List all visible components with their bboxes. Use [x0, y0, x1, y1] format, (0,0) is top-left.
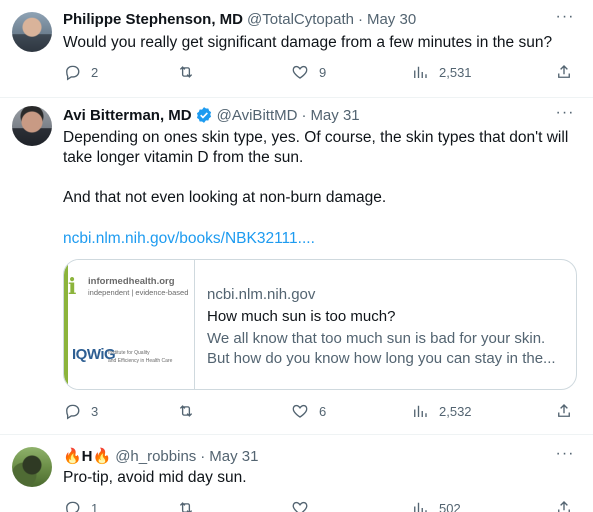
author-name[interactable]: 🔥H🔥 [63, 447, 111, 465]
avatar[interactable] [12, 12, 52, 52]
reply-count: 1 [91, 500, 99, 512]
reply-button[interactable]: 3 [63, 402, 98, 420]
retweet-icon [179, 502, 193, 512]
timestamp[interactable]: May 31 [310, 107, 359, 124]
tweet-link[interactable]: ncbi.nlm.nih.gov/books/NBK32111.... [63, 229, 583, 249]
retweet-button[interactable] [177, 63, 205, 81]
brand-mark: i [68, 274, 77, 300]
retweet-button[interactable] [177, 402, 205, 420]
views-icon [414, 405, 427, 417]
brand-subtitle: independent | evidence-based [88, 288, 189, 297]
share-icon [558, 404, 570, 417]
views-icon [414, 502, 427, 512]
informedhealth-logo: i informedhealth.org independent | evide… [68, 276, 192, 300]
reply-icon [66, 65, 80, 81]
heart-icon [292, 501, 308, 512]
more-icon[interactable]: ··· [555, 9, 575, 31]
author-handle[interactable]: @TotalCytopath [247, 11, 354, 28]
tweet-text-line: And that not even looking at non-burn da… [63, 189, 387, 206]
tweet-actions: 1 502 [63, 499, 573, 512]
views-count: 2,532 [439, 403, 472, 419]
share-icon [558, 501, 570, 512]
views-button[interactable]: 2,531 [411, 63, 472, 81]
heart-icon [292, 404, 308, 418]
author-name[interactable]: Avi Bitterman, MD [63, 107, 192, 124]
like-count: 6 [319, 403, 327, 419]
like-count: 9 [319, 64, 327, 80]
more-icon[interactable]: ··· [555, 446, 575, 468]
share-button[interactable] [555, 402, 573, 420]
reply-button[interactable]: 1 [63, 499, 98, 512]
separator-dot: · [301, 106, 307, 124]
timestamp[interactable]: May 30 [367, 11, 416, 28]
tweet-text: Would you really get significant damage … [63, 34, 553, 51]
author-handle[interactable]: @AviBittMD [217, 107, 298, 124]
tweet-actions: 3 6 2,532 [63, 402, 573, 422]
partner-subtitle: Institute for Quality and Efficiency in … [108, 349, 172, 365]
reply-button[interactable]: 2 [63, 63, 98, 81]
avatar[interactable] [12, 106, 52, 146]
share-button[interactable] [555, 63, 573, 81]
views-button[interactable]: 2,532 [411, 402, 472, 420]
partner-subtitle-line: and Efficiency in Health Care [108, 358, 173, 364]
reply-icon [66, 404, 80, 420]
retweet-icon [179, 66, 193, 78]
heart-icon [292, 65, 308, 79]
card-description: We all know that too much sun is bad for… [207, 330, 546, 347]
author-handle[interactable]: @h_robbins [115, 448, 196, 465]
reply-count: 2 [91, 64, 99, 80]
avatar[interactable] [12, 447, 52, 487]
card-title: How much sun is too much? [207, 308, 396, 325]
separator-dot: · [200, 447, 206, 465]
tweet-text: Pro-tip, avoid mid day sun. [63, 469, 247, 486]
share-button[interactable] [555, 499, 573, 512]
share-icon [558, 65, 570, 78]
tweet-text-line: Depending on ones skin type, yes. Of cou… [63, 129, 569, 146]
like-button[interactable]: 9 [291, 63, 326, 81]
tweet-philippe[interactable]: Philippe Stephenson, MD @TotalCytopath ·… [0, 0, 593, 96]
views-count: 502 [439, 500, 461, 512]
brand-name: informedhealth.org [88, 276, 175, 287]
tweet-header: Avi Bitterman, MD @AviBittMD · May 31 [63, 104, 360, 126]
tweet-text-line: take longer vitamin D from the sun. [63, 149, 304, 166]
like-button[interactable] [291, 499, 319, 512]
link-card[interactable]: i informedhealth.org independent | evide… [63, 259, 577, 390]
tweet-header: Philippe Stephenson, MD @TotalCytopath ·… [63, 8, 416, 30]
reply-count: 3 [91, 403, 99, 419]
card-thumbnail: i informedhealth.org independent | evide… [64, 260, 195, 389]
views-icon [414, 66, 427, 78]
more-icon[interactable]: ··· [555, 105, 575, 127]
retweet-button[interactable] [177, 499, 205, 512]
author-name[interactable]: Philippe Stephenson, MD [63, 11, 243, 28]
card-description: But how do you know how long you can sta… [207, 350, 556, 367]
tweet-header: 🔥H🔥 @h_robbins · May 31 [63, 445, 259, 467]
reply-icon [66, 501, 80, 512]
views-button[interactable]: 502 [411, 499, 461, 512]
tweet-h-robbins[interactable]: 🔥H🔥 @h_robbins · May 31 ··· Pro-tip, avo… [0, 435, 593, 512]
views-count: 2,531 [439, 64, 472, 80]
partner-subtitle-line: Institute for Quality [108, 350, 150, 356]
timestamp[interactable]: May 31 [209, 448, 258, 465]
verified-badge-icon [196, 107, 211, 123]
separator-dot: · [357, 10, 363, 28]
card-domain: ncbi.nlm.nih.gov [207, 286, 316, 303]
tweet-actions: 2 9 2,531 [63, 63, 573, 83]
iqwig-logo: IQWiG Institute for Quality and Efficien… [72, 346, 192, 372]
retweet-icon [179, 405, 193, 417]
like-button[interactable]: 6 [291, 402, 326, 420]
